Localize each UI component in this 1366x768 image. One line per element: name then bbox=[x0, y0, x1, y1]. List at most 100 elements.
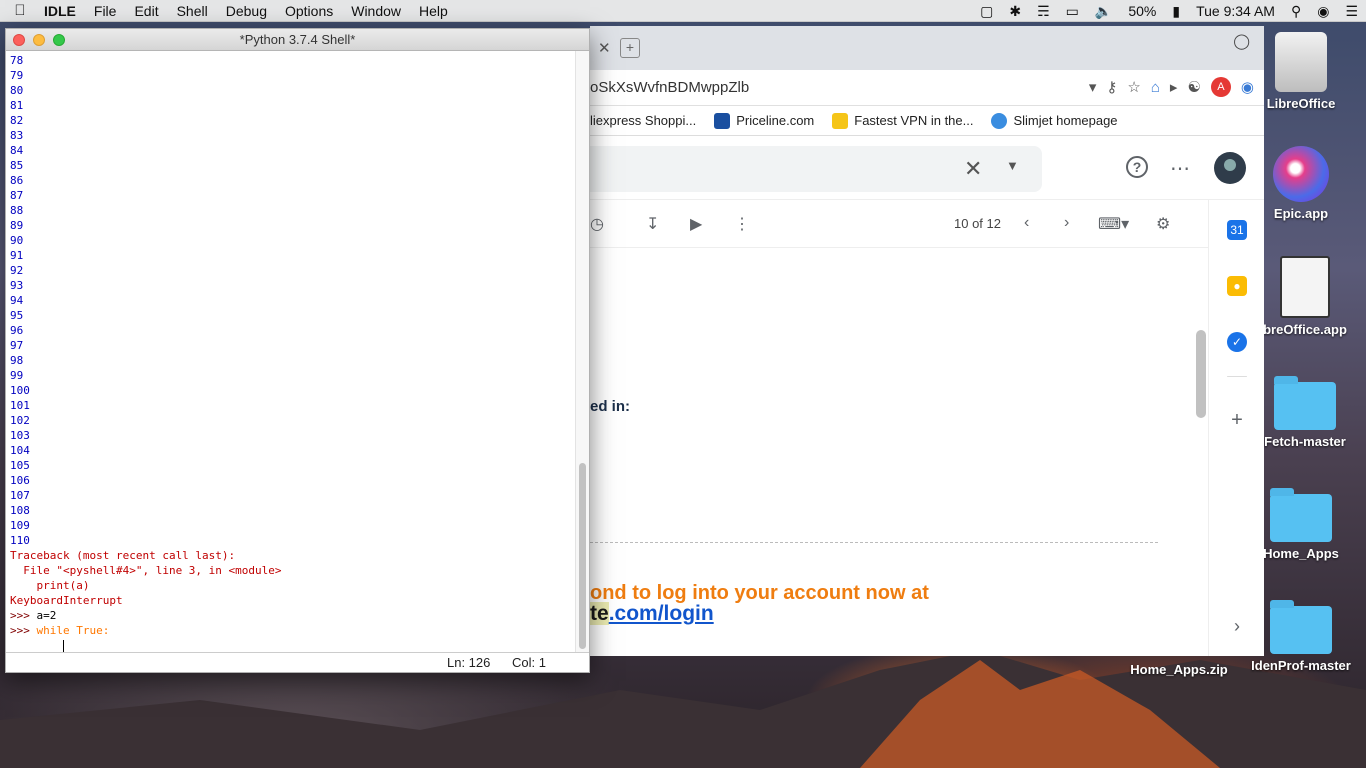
more-options-icon[interactable]: ⋮ bbox=[734, 214, 750, 234]
menu-window[interactable]: Window bbox=[342, 0, 410, 22]
bookmarks-bar: liexpress Shoppi... Priceline.com Fastes… bbox=[590, 106, 1264, 136]
email-body: ed in: ond to log into your account now … bbox=[590, 248, 1264, 648]
output-line: 107 bbox=[10, 489, 30, 502]
bookmark-aliexpress[interactable]: liexpress Shoppi... bbox=[590, 113, 696, 128]
desktop-icon-libreoffice-app[interactable]: breOffice.app bbox=[1250, 256, 1360, 337]
settings-gear-icon[interactable]: ⚙ bbox=[1156, 214, 1170, 234]
dropbox-icon[interactable]: ▢ bbox=[972, 3, 1001, 20]
extension-icon[interactable]: ☯ bbox=[1187, 78, 1200, 96]
column-indicator: Col: 1 bbox=[512, 655, 546, 670]
calendar-icon[interactable]: 31 bbox=[1227, 220, 1247, 240]
bookmark-slimjet[interactable]: Slimjet homepage bbox=[991, 112, 1118, 129]
login-link[interactable]: te.com/login bbox=[590, 602, 714, 626]
tasks-icon[interactable]: ✓ bbox=[1227, 332, 1247, 352]
battery-percent[interactable]: 50% bbox=[1120, 3, 1164, 19]
output-line: 106 bbox=[10, 474, 30, 487]
output-line: 110 bbox=[10, 534, 30, 547]
help-icon[interactable]: ? bbox=[1126, 156, 1148, 178]
bookmark-label: liexpress Shoppi... bbox=[590, 113, 697, 128]
traceback-line: print(a) bbox=[10, 579, 90, 592]
wifi-icon[interactable]: ☴ bbox=[1029, 3, 1058, 20]
notification-center-icon[interactable]: ☰ bbox=[1337, 3, 1366, 20]
shell-text-area[interactable]: 78 79 80 81 82 83 84 85 86 87 88 89 90 91 92 93 94 95 96 97… bbox=[6, 51, 576, 653]
extension-globe-icon[interactable]: ◉ bbox=[1241, 78, 1254, 96]
label-icon[interactable]: ▶ bbox=[690, 214, 702, 234]
bluetooth-icon[interactable]: ✱ bbox=[1001, 3, 1029, 20]
add-ons-plus-icon[interactable]: + bbox=[1227, 410, 1247, 430]
clear-search-icon[interactable]: ✕ bbox=[964, 156, 982, 182]
menu-help[interactable]: Help bbox=[410, 0, 457, 22]
signed-in-text: ed in: bbox=[590, 398, 630, 415]
scrollbar-thumb[interactable] bbox=[579, 463, 586, 649]
url-text[interactable]: oSkXsWvfnBDMwppZlb bbox=[590, 79, 749, 96]
keyword-text: while bbox=[36, 624, 70, 637]
prompt: >>> bbox=[10, 609, 37, 622]
close-window-button[interactable] bbox=[13, 34, 25, 46]
bookmark-vpn[interactable]: Fastest VPN in the... bbox=[832, 112, 973, 129]
priceline-icon bbox=[714, 112, 731, 129]
key-icon[interactable]: ⚷ bbox=[1106, 78, 1117, 96]
input-tools-icon[interactable]: ⌨▾ bbox=[1098, 214, 1129, 234]
menu-options[interactable]: Options bbox=[276, 0, 342, 22]
folder-icon bbox=[1270, 488, 1332, 542]
minimize-window-button[interactable] bbox=[33, 34, 45, 46]
folder-icon bbox=[1270, 600, 1332, 654]
search-options-icon[interactable]: ▼ bbox=[1006, 158, 1019, 173]
input-line[interactable] bbox=[10, 638, 576, 653]
bookmark-priceline[interactable]: Priceline.com bbox=[714, 112, 814, 129]
battery-icon[interactable]: ▮ bbox=[1164, 3, 1188, 20]
url-dropdown-icon[interactable]: ▾ bbox=[1089, 78, 1097, 96]
new-tab-button[interactable]: + bbox=[620, 38, 640, 58]
tab-bar: ✕ + ◯ bbox=[590, 26, 1264, 70]
window-titlebar[interactable]: *Python 3.7.4 Shell* bbox=[6, 29, 589, 51]
window-title: *Python 3.7.4 Shell* bbox=[239, 32, 356, 47]
menu-shell[interactable]: Shell bbox=[168, 0, 217, 22]
page-scrollbar[interactable] bbox=[1196, 330, 1206, 418]
output-line: 87 bbox=[10, 189, 24, 202]
slimjet-icon bbox=[991, 112, 1008, 129]
menu-edit[interactable]: Edit bbox=[125, 0, 167, 22]
airplay-icon[interactable]: ▭ bbox=[1058, 3, 1087, 20]
next-icon[interactable]: › bbox=[1064, 214, 1069, 232]
output-line: 103 bbox=[10, 429, 30, 442]
extension-arrow-icon[interactable]: ▸ bbox=[1170, 78, 1178, 96]
address-bar[interactable]: oSkXsWvfnBDMwppZlb ▾ ⚷ ☆ ⌂ ▸ ☯ A ◉ bbox=[590, 70, 1264, 106]
folder-icon bbox=[1274, 376, 1336, 430]
command-text: True: bbox=[69, 624, 110, 637]
snooze-icon[interactable]: ◷ bbox=[590, 214, 604, 234]
apple-menu-icon[interactable]:  bbox=[0, 2, 40, 19]
status-menus: ▢ ✱ ☴ ▭ 🔈 50% ▮ Tue 9:34 AM ⚲ ◉ ☰ bbox=[972, 0, 1366, 22]
theme-icon[interactable]: ◯ bbox=[1233, 32, 1250, 50]
pagination-count: 10 of 12 bbox=[954, 216, 1001, 231]
desktop-icon-fetch-master[interactable]: Fetch-master bbox=[1250, 376, 1360, 449]
account-avatar[interactable] bbox=[1214, 152, 1246, 184]
siri-icon[interactable]: ◉ bbox=[1309, 3, 1337, 20]
previous-icon[interactable]: ‹ bbox=[1024, 214, 1029, 232]
status-bar: Ln: 126 Col: 1 bbox=[6, 652, 589, 672]
profile-avatar[interactable]: A bbox=[1210, 77, 1231, 97]
spotlight-search-icon[interactable]: ⚲ bbox=[1283, 3, 1309, 20]
output-line: 85 bbox=[10, 159, 24, 172]
clock[interactable]: Tue 9:34 AM bbox=[1188, 3, 1283, 19]
output-line: 86 bbox=[10, 174, 24, 187]
menu-app-name[interactable]: IDLE bbox=[40, 0, 85, 22]
home-icon[interactable]: ⌂ bbox=[1151, 79, 1160, 96]
login-link-text[interactable]: .com/login bbox=[609, 602, 714, 625]
menu-file[interactable]: File bbox=[85, 0, 126, 22]
shell-scrollbar[interactable] bbox=[575, 51, 589, 653]
bookmark-star-icon[interactable]: ☆ bbox=[1127, 78, 1140, 96]
show-panel-chevron-icon[interactable]: › bbox=[1227, 616, 1247, 636]
output-line: 100 bbox=[10, 384, 30, 397]
tab-close-icon[interactable]: ✕ bbox=[598, 39, 611, 57]
menu-bar:  IDLE File Edit Shell Debug Options Win… bbox=[0, 0, 1366, 22]
zoom-window-button[interactable] bbox=[53, 34, 65, 46]
desktop-icon-home-apps-zip[interactable]: Home_Apps.zip bbox=[1124, 662, 1234, 677]
text-cursor bbox=[62, 639, 64, 653]
move-to-inbox-icon[interactable]: ↧ bbox=[646, 214, 659, 234]
menu-debug[interactable]: Debug bbox=[217, 0, 276, 22]
apps-grid-icon[interactable]: ⋯ bbox=[1170, 156, 1190, 181]
gmail-header: ✕ ▼ ? ⋯ bbox=[590, 136, 1264, 200]
volume-icon[interactable]: 🔈 bbox=[1087, 3, 1120, 20]
mail-search-box[interactable]: ✕ ▼ bbox=[590, 146, 1042, 192]
keep-icon[interactable]: ● bbox=[1227, 276, 1247, 296]
